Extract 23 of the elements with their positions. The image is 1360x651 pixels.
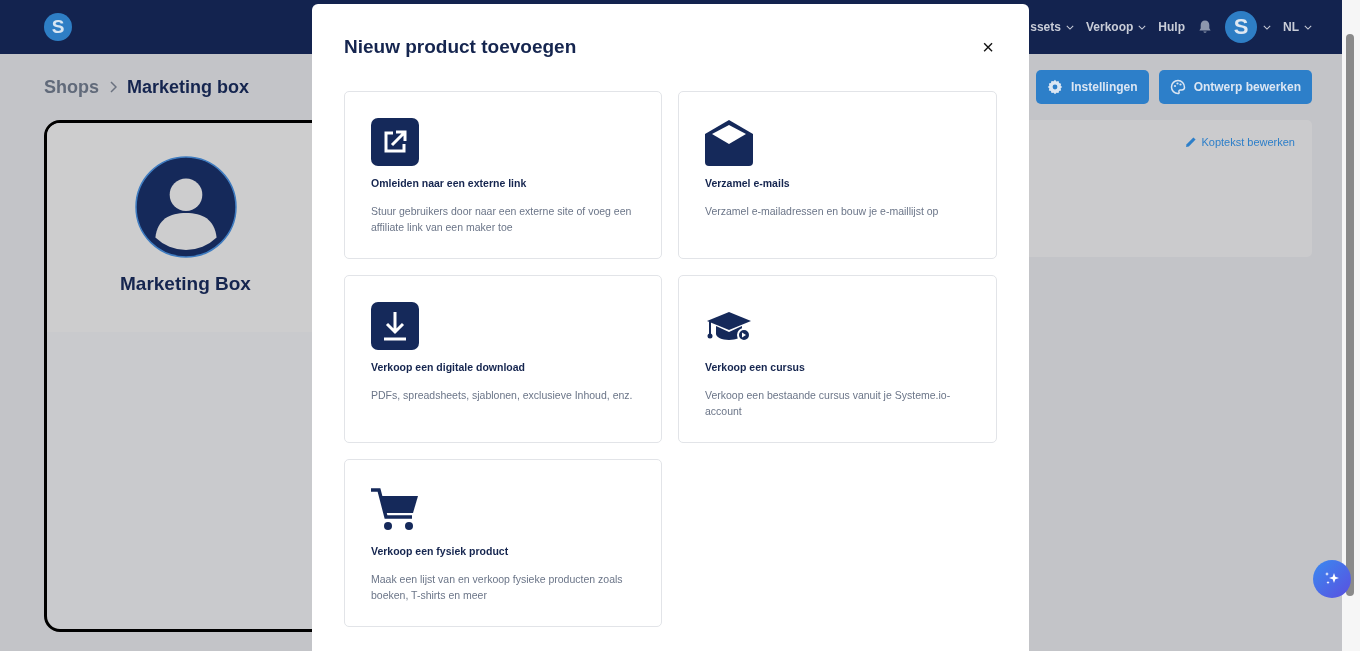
card-title: Omleiden naar een externe link: [371, 177, 528, 189]
language-selector[interactable]: NL: [1283, 20, 1312, 34]
product-type-card[interactable]: Verzamel e-mails Verzamel e-mailadressen en bouw je e-maillijst op: [678, 91, 997, 259]
dialog-title: Nieuw product toevoegen: [344, 36, 577, 58]
profile-name: Marketing Box: [120, 273, 251, 295]
product-type-card[interactable]: Verkoop een digitale download PDFs, spreadsheets, sjablonen, exclusieve Inhoud, enz.: [344, 275, 662, 443]
card-description: Verzamel e-mailadressen en bouw je e-maillijst op: [705, 204, 940, 219]
product-type-card[interactable]: Omleiden naar een externe link Stuur gebruikers door naar een externe site of voeg een affiliate link van een maker toe: [344, 91, 662, 259]
card-title: Verzamel e-mails: [705, 177, 791, 189]
card-description: Maak een lijst van en verkoop fysieke producten zoals boeken, T-shirts en meer: [371, 572, 624, 603]
card-title: Verkoop een cursus: [705, 361, 806, 373]
card-description: PDFs, spreadsheets, sjablonen, exclusieve Inhoud, enz.: [371, 388, 633, 403]
product-type-card[interactable]: Verkoop een cursus Verkoop een bestaande cursus vanuit je Systeme.io-account: [678, 275, 997, 443]
card-title: Verkoop een fysiek product: [371, 545, 510, 557]
card-title: Verkoop een digitale download: [371, 361, 527, 373]
close-button[interactable]: ×: [980, 37, 996, 57]
breadcrumb-current: Marketing box: [127, 76, 250, 98]
card-description: Stuur gebruikers door naar een externe site of voeg een affiliate link van een maker toe: [371, 204, 633, 235]
nav-menu-item[interactable]: Verkoop: [1085, 20, 1147, 34]
product-type-card[interactable]: Verkoop een fysiek product Maak een lijst van en verkoop fysieke producten zoals boeken, T-shirts en meer: [344, 459, 662, 627]
nav-menu-item[interactable]: Hulp: [1158, 20, 1185, 34]
nav-menu-item[interactable]: ssets: [1030, 20, 1074, 34]
card-description: Verkoop een bestaande cursus vanuit je Systeme.io-account: [705, 388, 952, 419]
